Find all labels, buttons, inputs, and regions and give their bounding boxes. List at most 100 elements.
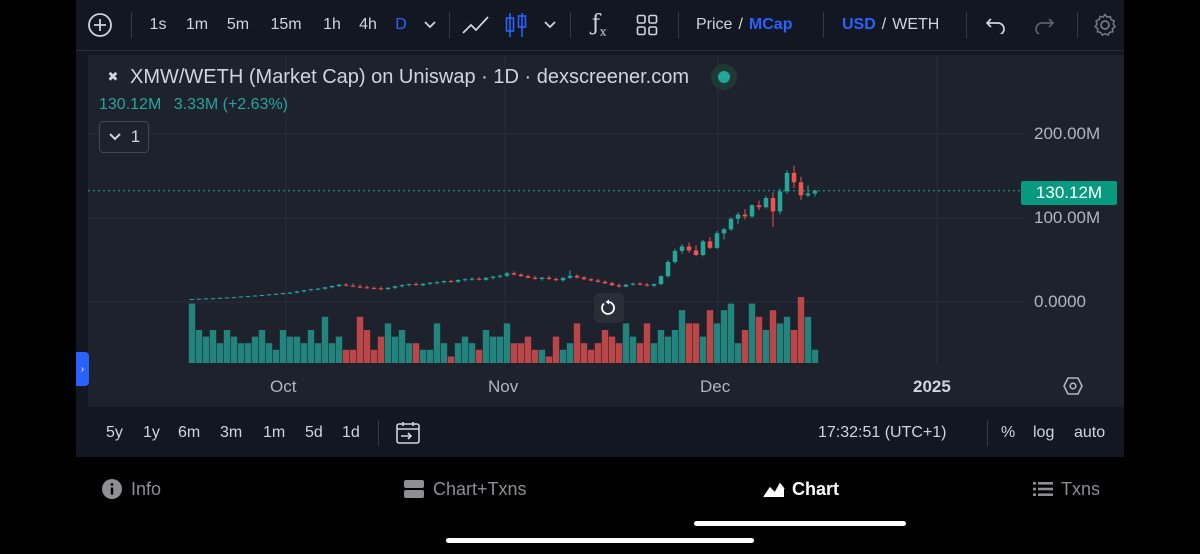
candle-body — [315, 288, 321, 290]
candle-body — [693, 250, 699, 255]
candle-body — [756, 205, 762, 208]
nav-chart[interactable]: Chart — [763, 478, 839, 500]
volume-bar — [279, 330, 287, 363]
nav-chart-label: Chart — [792, 478, 840, 499]
candle-body — [483, 277, 489, 280]
candle-body — [413, 284, 419, 286]
chevron-down-icon — [109, 133, 121, 141]
volume-bar — [594, 343, 602, 363]
volume-bar — [307, 330, 315, 363]
candle-body — [280, 293, 286, 295]
volume-bar — [419, 349, 427, 363]
calendar-goto-icon — [396, 421, 420, 444]
clock-time[interactable]: 17:32:51 (UTC+1) — [818, 408, 947, 457]
home-indicator — [446, 538, 754, 543]
candle-body — [763, 198, 769, 208]
volume-bar — [237, 343, 245, 363]
range-divider — [378, 420, 379, 446]
candle-body — [602, 281, 608, 284]
volume-bar — [391, 336, 399, 363]
volume-bar — [517, 343, 525, 363]
volume-bar — [454, 343, 462, 363]
volume-bar — [230, 336, 238, 363]
candle-body — [196, 298, 202, 300]
axis-settings-button[interactable] — [1061, 375, 1085, 397]
candle-body — [637, 283, 643, 285]
range-3m[interactable]: 3m — [220, 408, 242, 457]
range-1d[interactable]: 1d — [342, 408, 360, 457]
candle-body — [308, 289, 314, 291]
volume-bar — [356, 316, 364, 363]
volume-bar — [657, 330, 665, 363]
candle-body — [798, 182, 804, 196]
candle-body — [721, 229, 727, 234]
candle-body — [560, 277, 566, 281]
range-5y[interactable]: 5y — [106, 408, 123, 457]
go-to-date-button[interactable] — [395, 408, 421, 457]
range-1y[interactable]: 1y — [143, 408, 160, 457]
candle-body — [630, 283, 636, 285]
volume-bar — [272, 349, 280, 363]
candle-body — [644, 284, 650, 286]
volume-bar — [692, 323, 700, 363]
log-scale-button[interactable]: log — [1033, 408, 1054, 457]
candle-body — [749, 205, 755, 217]
nav-chart-txns-label: Chart+Txns — [433, 478, 527, 499]
candle-body — [707, 241, 713, 248]
candle-body — [651, 284, 657, 286]
volume-bar — [300, 343, 308, 363]
volume-bar — [370, 349, 378, 363]
volume-bar — [811, 349, 819, 363]
volume-bar — [538, 349, 546, 363]
candle-body — [329, 286, 335, 288]
volume-bar — [475, 349, 483, 363]
range-5d[interactable]: 5d — [305, 408, 323, 457]
volume-bar — [405, 343, 413, 363]
volume-bar — [629, 336, 637, 363]
candle-body — [224, 297, 230, 299]
candle-body — [336, 284, 342, 287]
candle-body — [350, 285, 356, 287]
volume-bar — [734, 343, 742, 363]
time-axis-label: Nov — [488, 377, 519, 396]
percent-scale-button[interactable]: % — [1001, 408, 1015, 457]
volume-bar — [685, 323, 693, 363]
nav-info[interactable]: Info — [102, 478, 161, 500]
side-panel-toggle[interactable]: › — [76, 352, 89, 386]
candle-body — [665, 261, 671, 277]
candle-body — [567, 275, 573, 278]
candle-body — [448, 281, 454, 283]
nav-txns[interactable]: Txns — [1033, 478, 1100, 500]
info-icon — [102, 479, 122, 499]
range-1m[interactable]: 1m — [263, 408, 285, 457]
volume-bar — [377, 336, 385, 363]
candle-body — [469, 278, 475, 280]
price-axis-label: 0.0000 — [1034, 292, 1086, 311]
legend-collapse-button[interactable]: 1 — [99, 121, 149, 153]
volume-bar — [293, 336, 301, 363]
candle-body — [728, 218, 734, 230]
volume-bar — [566, 343, 574, 363]
range-6m[interactable]: 6m — [178, 408, 200, 457]
candle-body — [770, 198, 776, 212]
candle-body — [700, 241, 706, 255]
candle-body — [455, 279, 461, 282]
candle-body — [490, 276, 496, 278]
volume-bar — [342, 349, 350, 363]
candle-body — [420, 283, 426, 286]
candle-body — [539, 277, 545, 279]
auto-scale-button[interactable]: auto — [1074, 408, 1105, 457]
range-divider — [987, 420, 988, 446]
split-view-icon — [404, 480, 424, 498]
candle-body — [364, 287, 370, 289]
nav-chart-txns[interactable]: Chart+Txns — [404, 478, 527, 500]
volume-bar — [433, 323, 441, 363]
volume-bar — [678, 310, 686, 363]
candle-body — [742, 214, 748, 217]
candle-body — [245, 296, 251, 298]
volume-bar — [769, 310, 777, 363]
reset-chart-button[interactable] — [594, 293, 624, 323]
candle-body — [784, 172, 790, 192]
active-tab-indicator — [694, 521, 906, 526]
candle-body — [658, 276, 664, 285]
